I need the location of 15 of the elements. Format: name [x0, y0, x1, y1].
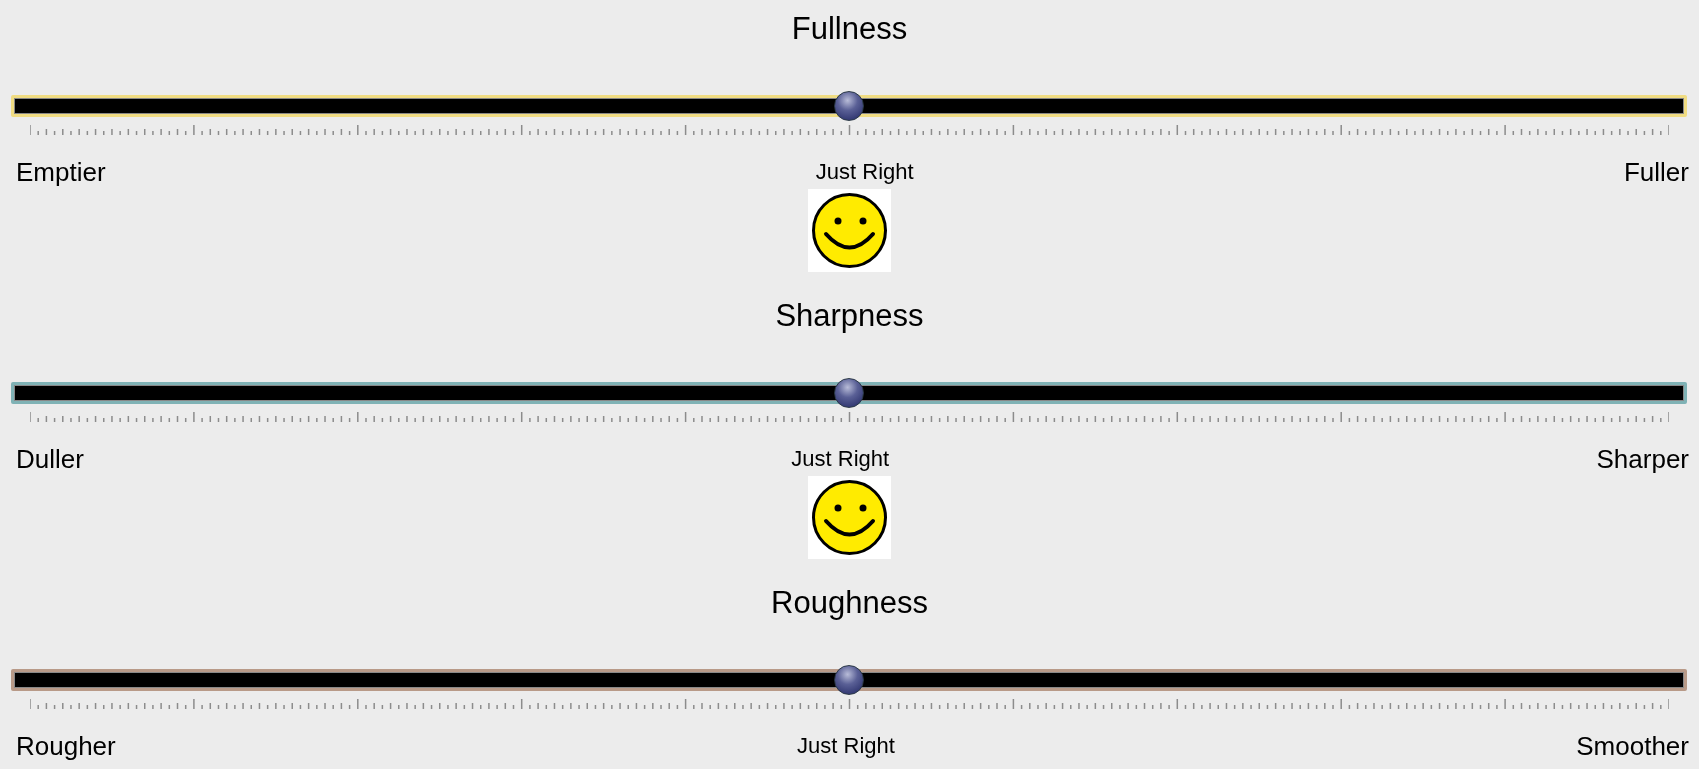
max-label: Sharper	[1596, 443, 1689, 475]
min-label: Emptier	[16, 156, 106, 188]
max-label: Smoother	[1576, 730, 1689, 762]
slider-title: Roughness	[771, 585, 928, 621]
max-label: Fuller	[1623, 156, 1689, 188]
min-label: Rougher	[16, 730, 116, 762]
slider-thumb[interactable]	[834, 665, 864, 695]
slider-title: Sharpness	[775, 298, 924, 334]
min-label: Duller	[16, 443, 84, 475]
mid-label: Just Right	[797, 733, 895, 759]
mid-label: Just Right	[791, 446, 890, 472]
slider-title: Fullness	[791, 11, 908, 47]
slider-thumb[interactable]	[834, 91, 864, 121]
mid-label: Just Right	[815, 159, 914, 185]
slider-thumb[interactable]	[834, 378, 864, 408]
